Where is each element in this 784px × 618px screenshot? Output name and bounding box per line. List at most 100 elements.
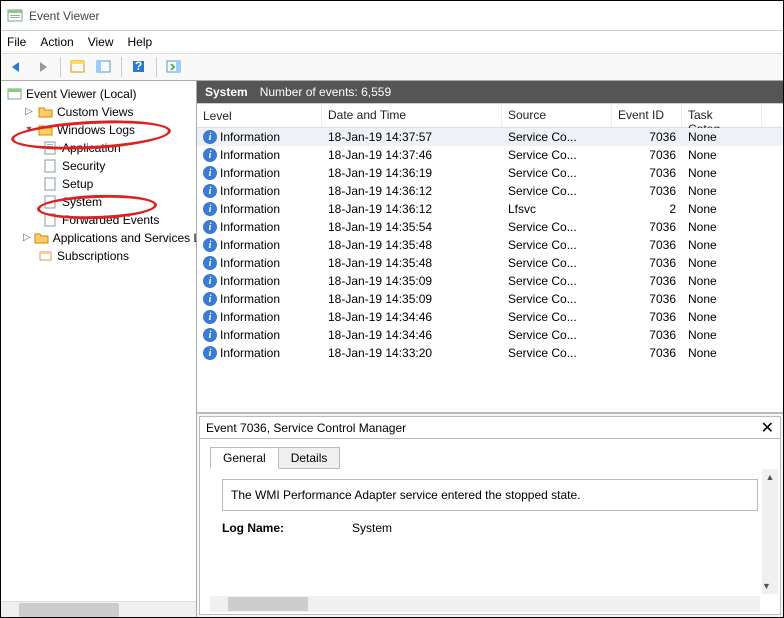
tree-subscriptions[interactable]: Subscriptions (5, 247, 194, 265)
workspace: Event Viewer (Local) ▷ Custom Views ▾ Wi… (1, 81, 783, 617)
toolbar-separator (121, 57, 122, 77)
menu-action[interactable]: Action (40, 35, 73, 49)
tree-security[interactable]: Security (5, 157, 194, 175)
expand-icon[interactable]: ▷ (23, 229, 31, 247)
grid-header: Level Date and Time Source Event ID Task… (197, 104, 783, 128)
table-row[interactable]: iInformation18-Jan-19 14:35:09Service Co… (197, 272, 783, 290)
table-row[interactable]: iInformation18-Jan-19 14:36:12Lfsvc2None (197, 200, 783, 218)
tree-label: Applications and Services Lo (53, 229, 197, 247)
table-row[interactable]: iInformation18-Jan-19 14:36:19Service Co… (197, 164, 783, 182)
detail-vertical-scrollbar[interactable]: ▲▼ (762, 469, 778, 594)
table-row[interactable]: iInformation18-Jan-19 14:33:20Service Co… (197, 344, 783, 362)
toolbar-separator (60, 57, 61, 77)
info-icon: i (203, 184, 217, 198)
detail-logname-value: System (352, 521, 392, 535)
collapse-icon[interactable]: ▾ (23, 121, 35, 139)
detail-header: Event 7036, Service Control Manager ✕ (200, 417, 780, 439)
window-title: Event Viewer (29, 9, 99, 23)
detail-body: General Details The WMI Performance Adap… (200, 439, 780, 614)
info-icon: i (203, 202, 217, 216)
app-icon (7, 8, 23, 24)
tree-application[interactable]: Application (5, 139, 194, 157)
info-icon: i (203, 292, 217, 306)
detail-message: The WMI Performance Adapter service ente… (231, 488, 581, 502)
table-row[interactable]: iInformation18-Jan-19 14:36:12Service Co… (197, 182, 783, 200)
col-task[interactable]: Task Categ... (682, 104, 762, 127)
detail-horizontal-scrollbar[interactable] (210, 596, 760, 612)
subscriptions-icon (38, 249, 54, 263)
table-row[interactable]: iInformation18-Jan-19 14:35:48Service Co… (197, 236, 783, 254)
menu-bar: File Action View Help (1, 31, 783, 53)
detail-title: Event 7036, Service Control Manager (206, 421, 406, 435)
tree-system[interactable]: System (5, 193, 194, 211)
info-icon: i (203, 310, 217, 324)
col-level[interactable]: Level (197, 104, 322, 127)
info-icon: i (203, 256, 217, 270)
table-row[interactable]: iInformation18-Jan-19 14:37:46Service Co… (197, 146, 783, 164)
tree-root-icon (7, 86, 23, 102)
info-icon: i (203, 166, 217, 180)
col-eventid[interactable]: Event ID (612, 104, 682, 127)
tree-label: System (62, 193, 102, 211)
expand-icon[interactable]: ▷ (23, 103, 35, 121)
log-icon (43, 213, 59, 227)
tree-label: Windows Logs (57, 121, 135, 139)
info-icon: i (203, 328, 217, 342)
back-button[interactable] (5, 56, 29, 78)
info-icon: i (203, 238, 217, 252)
toolbar-separator (156, 57, 157, 77)
table-row[interactable]: iInformation18-Jan-19 14:35:09Service Co… (197, 290, 783, 308)
table-row[interactable]: iInformation18-Jan-19 14:35:54Service Co… (197, 218, 783, 236)
tab-details[interactable]: Details (278, 447, 341, 469)
close-icon[interactable]: ✕ (761, 418, 774, 438)
tree-custom-views[interactable]: ▷ Custom Views (5, 103, 194, 121)
tree-label: Subscriptions (57, 247, 129, 265)
table-row[interactable]: iInformation18-Jan-19 14:34:46Service Co… (197, 326, 783, 344)
table-row[interactable]: iInformation18-Jan-19 14:37:57Service Co… (197, 128, 783, 146)
tree-windows-logs[interactable]: ▾ Windows Logs (5, 121, 194, 139)
table-row[interactable]: iInformation18-Jan-19 14:34:46Service Co… (197, 308, 783, 326)
menu-file[interactable]: File (7, 35, 26, 49)
properties-button[interactable] (92, 56, 116, 78)
log-icon (43, 195, 59, 209)
show-hide-tree-button[interactable] (66, 56, 90, 78)
tree-label: Custom Views (57, 103, 133, 121)
forward-button[interactable] (31, 56, 55, 78)
detail-tabs: General Details (210, 447, 770, 469)
event-grid: Level Date and Time Source Event ID Task… (197, 103, 783, 412)
grid-body[interactable]: iInformation18-Jan-19 14:37:57Service Co… (197, 128, 783, 412)
tree-setup[interactable]: Setup (5, 175, 194, 193)
toolbar: ? (1, 53, 783, 81)
col-date[interactable]: Date and Time (322, 104, 502, 127)
folder-icon (34, 231, 50, 245)
context-bar: System Number of events: 6,559 (197, 81, 783, 103)
info-icon: i (203, 130, 217, 144)
menu-view[interactable]: View (88, 35, 114, 49)
info-icon: i (203, 148, 217, 162)
help-button[interactable]: ? (127, 56, 151, 78)
info-icon: i (203, 274, 217, 288)
svg-text:?: ? (135, 60, 142, 73)
tree-apps-services[interactable]: ▷ Applications and Services Lo (5, 229, 194, 247)
info-icon: i (203, 220, 217, 234)
log-icon (43, 141, 59, 155)
tree-label: Security (62, 157, 105, 175)
tree-label: Setup (62, 175, 93, 193)
tree-root[interactable]: Event Viewer (Local) (5, 85, 194, 103)
nav-horizontal-scrollbar[interactable] (1, 601, 196, 617)
navigation-tree: Event Viewer (Local) ▷ Custom Views ▾ Wi… (1, 81, 197, 617)
menu-help[interactable]: Help (128, 35, 153, 49)
tree-label: Application (62, 139, 121, 157)
folder-icon (38, 123, 54, 137)
context-log-name: System (205, 85, 248, 99)
tree-forwarded[interactable]: Forwarded Events (5, 211, 194, 229)
col-source[interactable]: Source (502, 104, 612, 127)
tab-general[interactable]: General (210, 447, 279, 469)
info-icon: i (203, 346, 217, 360)
detail-logname-key: Log Name: (222, 521, 312, 535)
tree-label: Forwarded Events (62, 211, 159, 229)
detail-logname-row: Log Name: System (222, 521, 758, 535)
action-pane-button[interactable] (162, 56, 186, 78)
table-row[interactable]: iInformation18-Jan-19 14:35:48Service Co… (197, 254, 783, 272)
detail-pane: Event 7036, Service Control Manager ✕ Ge… (197, 412, 783, 617)
